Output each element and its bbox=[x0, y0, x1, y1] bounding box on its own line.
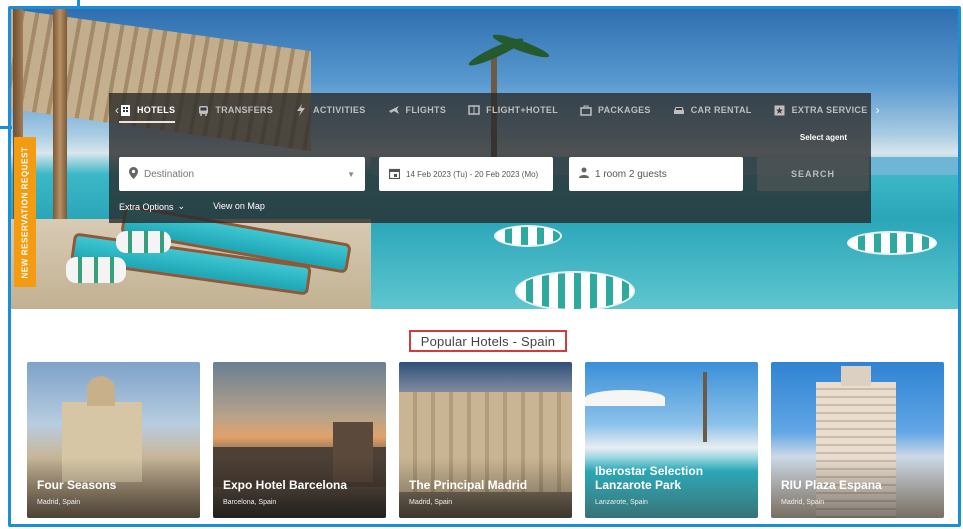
hotel-photo-umbrella bbox=[585, 390, 665, 406]
tab-flights[interactable]: FLIGHTS bbox=[388, 93, 447, 127]
person-icon bbox=[579, 167, 589, 181]
hotel-name: RIU Plaza Espana bbox=[781, 478, 882, 492]
bolt-icon bbox=[295, 104, 307, 116]
hotel-location: Madrid, Spain bbox=[409, 499, 453, 506]
hotel-card[interactable]: Four Seasons Madrid, Spain bbox=[27, 362, 200, 518]
chevron-down-icon: ▼ bbox=[347, 169, 355, 179]
search-panel: ‹ HOTELS TRANSFERS ACTIVITIES FLIGHTS FL… bbox=[109, 93, 880, 223]
towel bbox=[66, 257, 126, 283]
hotel-cards: Four Seasons Madrid, Spain Expo Hotel Ba… bbox=[27, 362, 944, 518]
hotel-card[interactable]: Iberostar Selection Lanzarote Park Lanza… bbox=[585, 362, 758, 518]
hero-banner: ‹ HOTELS TRANSFERS ACTIVITIES FLIGHTS FL… bbox=[11, 9, 958, 309]
search-button[interactable]: SEARCH bbox=[757, 157, 869, 191]
location-pin-icon bbox=[129, 166, 138, 182]
plane-icon bbox=[388, 105, 400, 115]
tab-car-rental[interactable]: CAR RENTAL bbox=[673, 93, 752, 127]
hotel-photo-dome bbox=[87, 376, 115, 406]
hotel-location: Barcelona, Spain bbox=[223, 499, 277, 506]
hotel-name: Iberostar Selection Lanzarote Park bbox=[595, 464, 704, 492]
suitcase-icon bbox=[580, 105, 592, 116]
page-frame: ‹ HOTELS TRANSFERS ACTIVITIES FLIGHTS FL… bbox=[8, 6, 961, 527]
tab-extra-service[interactable]: EXTRA SERVICE bbox=[774, 93, 868, 127]
pool-float bbox=[515, 271, 635, 309]
hotel-location: Lanzarote, Spain bbox=[595, 499, 648, 506]
hotel-photo-palm bbox=[703, 372, 707, 442]
guests-value: 1 room 2 guests bbox=[595, 168, 667, 180]
star-icon bbox=[774, 105, 786, 115]
hotel-card[interactable]: RIU Plaza Espana Madrid, Spain bbox=[771, 362, 944, 518]
date-range-field[interactable]: 14 Feb 2023 (Tu) - 20 Feb 2023 (Mo) bbox=[379, 157, 553, 191]
tab-packages[interactable]: PACKAGES bbox=[580, 93, 651, 127]
hotel-name: Four Seasons bbox=[37, 478, 117, 492]
bus-icon bbox=[197, 105, 209, 116]
search-sublinks: Extra Options ⌄ View on Map bbox=[119, 201, 265, 212]
ticket-icon bbox=[468, 105, 480, 115]
destination-field[interactable]: Destination ▼ bbox=[119, 157, 365, 191]
towel bbox=[116, 231, 171, 253]
new-reservation-request-tab[interactable]: NEW RESERVATION REQUEST bbox=[14, 137, 36, 287]
tabs-next-arrow[interactable]: › bbox=[876, 103, 880, 117]
date-range-value: 14 Feb 2023 (Tu) - 20 Feb 2023 (Mo) bbox=[406, 169, 539, 179]
building-icon bbox=[119, 104, 131, 116]
hotel-photo-tower-top bbox=[841, 366, 871, 386]
pool-float bbox=[847, 231, 937, 255]
hotel-location: Madrid, Spain bbox=[781, 499, 825, 506]
popular-hotels-title: Popular Hotels - Spain bbox=[409, 330, 567, 352]
guests-field[interactable]: 1 room 2 guests bbox=[569, 157, 743, 191]
pool-float bbox=[494, 225, 562, 247]
hotel-location: Madrid, Spain bbox=[37, 499, 81, 506]
tab-activities[interactable]: ACTIVITIES bbox=[295, 93, 366, 127]
product-tabs: ‹ HOTELS TRANSFERS ACTIVITIES FLIGHTS FL… bbox=[109, 93, 880, 127]
destination-placeholder: Destination bbox=[144, 168, 195, 180]
hotel-card[interactable]: The Principal Madrid Madrid, Spain bbox=[399, 362, 572, 518]
hotel-name: The Principal Madrid bbox=[409, 478, 528, 492]
tab-flight-hotel[interactable]: FLIGHT+HOTEL bbox=[468, 93, 558, 127]
extra-options-toggle[interactable]: Extra Options ⌄ bbox=[119, 201, 185, 212]
frame-connector bbox=[0, 126, 12, 129]
calendar-icon bbox=[388, 168, 401, 181]
hotel-card[interactable]: Expo Hotel Barcelona Barcelona, Spain bbox=[213, 362, 386, 518]
select-agent-link[interactable]: Select agent bbox=[800, 133, 847, 142]
hotel-name: Expo Hotel Barcelona bbox=[223, 478, 348, 492]
tab-hotels[interactable]: HOTELS bbox=[119, 93, 176, 127]
car-icon bbox=[673, 105, 685, 115]
chevron-down-icon: ⌄ bbox=[177, 201, 186, 211]
tab-transfers[interactable]: TRANSFERS bbox=[197, 93, 273, 127]
view-on-map-link[interactable]: View on Map bbox=[213, 201, 265, 212]
